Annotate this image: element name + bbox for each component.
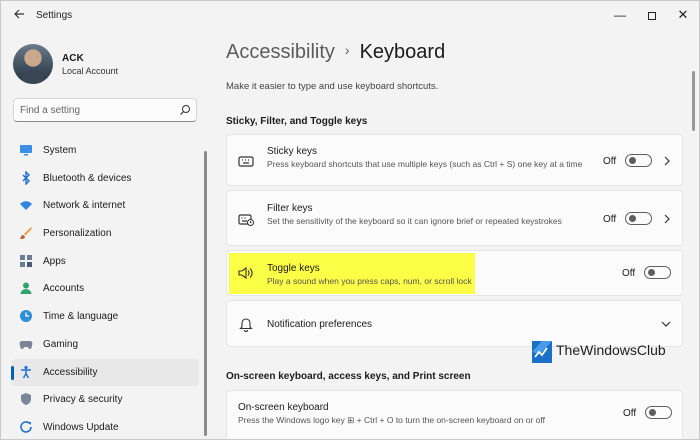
sidebar-item-accounts[interactable]: Accounts — [11, 275, 199, 303]
keyboard-timer-icon — [238, 214, 254, 226]
bluetooth-icon — [22, 170, 30, 185]
profile-name: ACK — [62, 53, 84, 64]
sidebar-item-label: Gaming — [43, 338, 79, 350]
breadcrumb-separator: › — [344, 42, 350, 58]
profile-account-type: Local Account — [62, 66, 119, 76]
filter-keys-state: Off — [603, 214, 617, 225]
update-icon — [20, 421, 32, 433]
watermark-logo-icon — [532, 341, 552, 363]
toggle-keys-state: Off — [622, 268, 636, 279]
on-screen-keyboard-description: Press the Windows logo key ⊞ + Ctrl + O … — [238, 415, 545, 425]
main-scrollbar[interactable] — [692, 71, 696, 439]
user-profile[interactable]: ACK Local Account — [13, 44, 203, 84]
sidebar-item-label: Bluetooth & devices — [43, 172, 132, 184]
monitor-icon — [20, 145, 32, 156]
notification-preferences-title: Notification preferences — [267, 319, 373, 330]
watermark-text: TheWindowsClub — [556, 342, 666, 358]
toggle-keys-description: Play a sound when you press caps, num, o… — [267, 276, 472, 286]
sidebar-item-privacy-security[interactable]: Privacy & security — [11, 386, 199, 414]
sidebar-item-label: Network & internet — [43, 200, 126, 212]
minimize-button[interactable]: — — [607, 5, 633, 25]
sidebar-item-label: System — [43, 145, 77, 156]
bell-icon — [239, 318, 253, 332]
sidebar-item-system[interactable]: System — [11, 137, 199, 165]
shield-icon — [21, 393, 31, 406]
sidebar-item-personalization[interactable]: Personalization — [11, 220, 199, 248]
avatar — [13, 44, 53, 84]
filter-keys-title: Filter keys — [267, 203, 313, 214]
sticky-keys-toggle[interactable] — [625, 154, 652, 167]
breadcrumb-parent[interactable]: Accessibility — [226, 41, 335, 63]
sidebar-item-gaming[interactable]: Gaming — [11, 331, 199, 359]
sidebar-item-label: Time & language — [43, 311, 119, 323]
sidebar-scrollbar[interactable] — [204, 151, 207, 436]
sticky-keys-state: Off — [603, 156, 617, 167]
search-icon[interactable] — [179, 103, 193, 117]
on-screen-keyboard-card[interactable]: On-screen keyboard Press the Windows log… — [226, 390, 683, 439]
maximize-button[interactable] — [639, 5, 665, 25]
page-title: Keyboard — [359, 41, 446, 63]
search-input[interactable] — [20, 102, 170, 118]
sidebar-item-bluetooth[interactable]: Bluetooth & devices — [11, 165, 199, 193]
chevron-down-icon[interactable] — [661, 319, 671, 329]
gamepad-icon — [19, 340, 33, 349]
minimize-icon: — — [614, 8, 626, 22]
toggle-keys-toggle[interactable] — [644, 266, 671, 279]
sticky-keys-card[interactable]: Sticky keys Press keyboard shortcuts tha… — [226, 134, 683, 186]
sidebar-item-accessibility[interactable]: Accessibility — [11, 358, 199, 387]
sidebar-nav: System Bluetooth & devices Network & int… — [11, 137, 201, 439]
speaker-icon — [238, 266, 253, 280]
sidebar-item-label: Accessibility — [43, 366, 98, 378]
sidebar-item-label: Accounts — [43, 283, 85, 295]
sidebar-item-network[interactable]: Network & internet — [11, 192, 199, 220]
filter-keys-description: Set the sensitivity of the keyboard so i… — [267, 216, 562, 226]
breadcrumb: Accessibility › Keyboard — [226, 41, 445, 64]
sidebar-item-label: Windows Update — [43, 421, 119, 433]
on-screen-keyboard-toggle[interactable] — [645, 406, 672, 419]
settings-window: Settings — ✕ ACK Local Account System Bl… — [0, 0, 700, 440]
sticky-keys-description: Press keyboard shortcuts that use multip… — [267, 159, 583, 169]
back-arrow-icon — [14, 9, 24, 19]
close-icon: ✕ — [677, 7, 689, 22]
chevron-right-icon — [664, 214, 670, 224]
accessibility-icon — [21, 365, 31, 378]
notification-preferences-card[interactable]: Notification preferences — [226, 300, 683, 347]
back-button[interactable] — [9, 7, 29, 25]
main-scrollbar-thumb[interactable] — [692, 71, 695, 131]
apps-icon — [20, 254, 32, 267]
sidebar-item-apps[interactable]: Apps — [11, 248, 199, 276]
toggle-keys-title: Toggle keys — [267, 263, 320, 274]
filter-keys-toggle[interactable] — [625, 212, 652, 225]
sidebar-item-label: Personalization — [43, 228, 112, 240]
filter-keys-card[interactable]: Filter keys Set the sensitivity of the k… — [226, 190, 683, 246]
chevron-right-icon — [664, 156, 670, 166]
section-title: Sticky, Filter, and Toggle keys — [226, 116, 368, 127]
sidebar-item-label: Privacy & security — [43, 394, 123, 406]
search-box — [13, 98, 197, 122]
on-screen-keyboard-state: Off — [623, 408, 637, 419]
page-description: Make it easier to type and use keyboard … — [226, 81, 439, 92]
app-title: Settings — [36, 10, 73, 21]
brush-icon — [20, 227, 32, 240]
close-button[interactable]: ✕ — [670, 5, 696, 25]
highlight-marker — [229, 253, 475, 294]
title-bar: Settings — ✕ — [1, 1, 699, 31]
sticky-keys-title: Sticky keys — [267, 146, 318, 157]
maximize-icon — [648, 11, 656, 20]
section-title: On-screen keyboard, access keys, and Pri… — [226, 371, 471, 382]
person-icon — [20, 282, 32, 295]
wifi-icon — [20, 201, 32, 211]
sidebar-item-label: Apps — [43, 255, 66, 267]
sidebar-item-time-language[interactable]: Time & language — [11, 303, 199, 331]
on-screen-keyboard-title: On-screen keyboard — [238, 402, 329, 413]
keyboard-icon — [238, 156, 254, 167]
globe-clock-icon — [20, 310, 32, 323]
sidebar-item-windows-update[interactable]: Windows Update — [11, 414, 199, 439]
